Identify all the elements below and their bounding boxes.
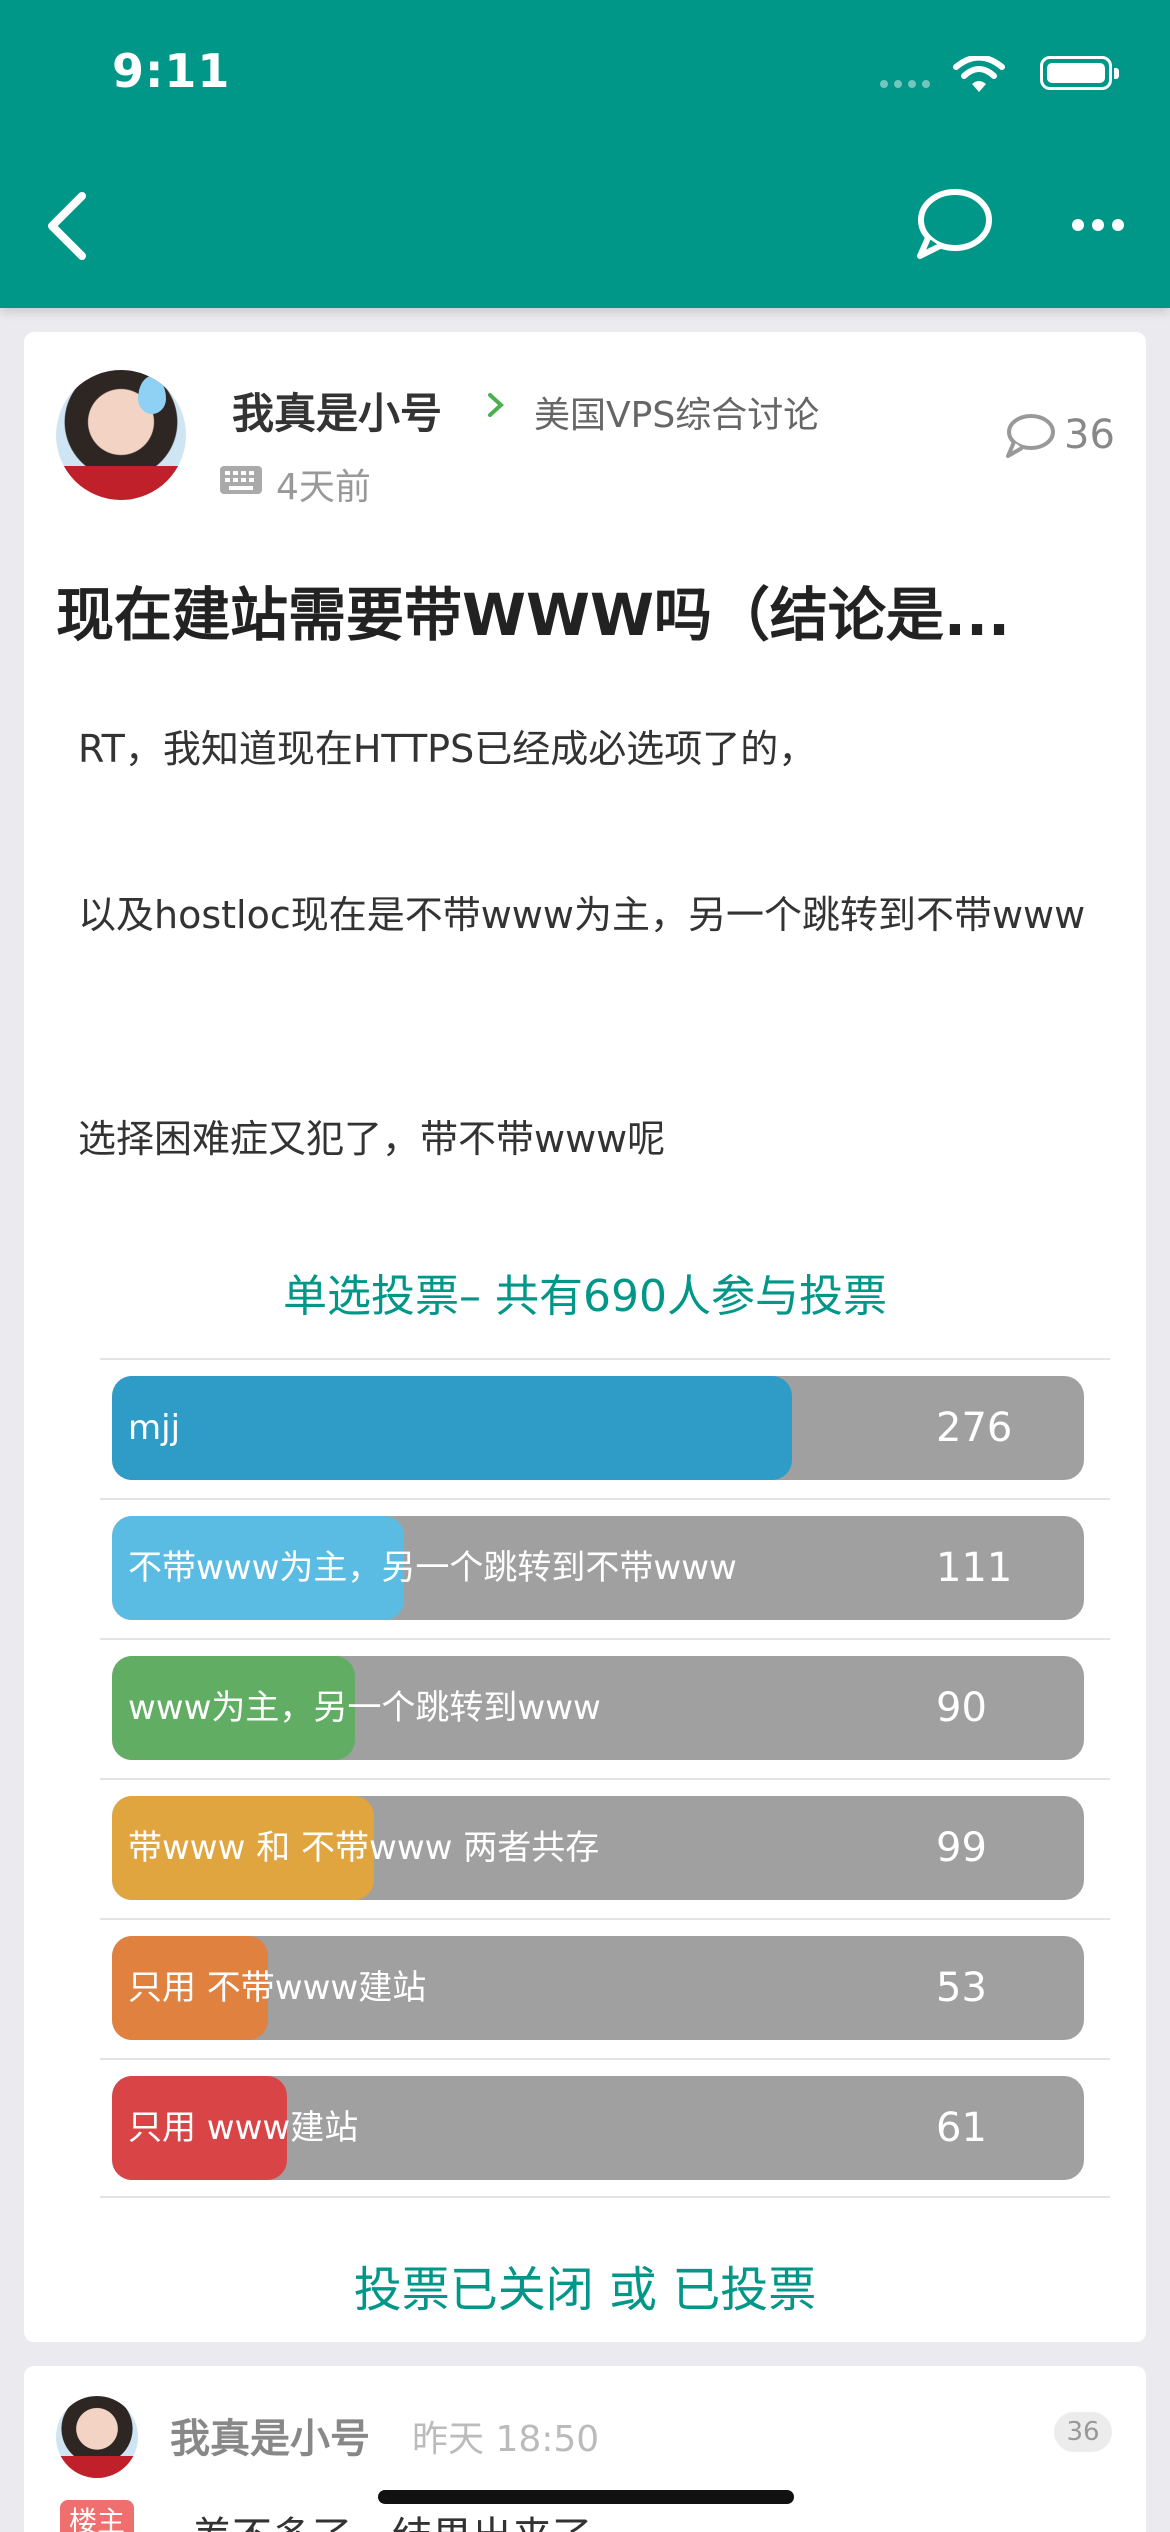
- poll-option: 只用 不带www建站 53: [100, 1918, 1110, 2058]
- post-paragraph: 选择困难症又犯了，带不带www呢: [78, 1117, 666, 1161]
- water-drop-icon: [138, 376, 166, 414]
- poll-bar: www为主，另一个跳转到www 90: [112, 1656, 1084, 1760]
- post-paragraph: 以及hostloc现在是不带www为主，另一个跳转到不带www: [78, 893, 1086, 937]
- reply-time: 昨天 18:50: [412, 2419, 600, 2460]
- battery-icon: [1040, 56, 1119, 90]
- post-title: 现在建站需要带WWW吗（结论是...: [56, 581, 1011, 649]
- wifi-icon: [953, 56, 1005, 92]
- poll-option-count: 111: [936, 1545, 1013, 1591]
- author-avatar[interactable]: [56, 370, 186, 500]
- poll-bar: mjj 276: [112, 1376, 1084, 1480]
- floor-badge: 36: [1054, 2412, 1112, 2452]
- poll-option: 不带www为主，另一个跳转到不带www 111: [100, 1498, 1110, 1638]
- reply-count: 36: [1064, 412, 1115, 458]
- post-time: 4天前: [276, 467, 371, 508]
- signal-icon: [880, 80, 930, 88]
- forum-link[interactable]: 美国VPS综合讨论: [534, 386, 819, 438]
- status-time: 9:11: [112, 44, 231, 98]
- poll-option: mjj 276: [100, 1358, 1110, 1498]
- post-paragraph: RT，我知道现在HTTPS已经成必选项了的，: [78, 727, 817, 771]
- post-card: 我真是小号 美国VPS综合讨论 36 4天前 现在建站需要带WWW吗（结论是..…: [24, 332, 1146, 2342]
- poll-option-count: 53: [936, 1965, 987, 2011]
- poll-bar: 不带www为主，另一个跳转到不带www 111: [112, 1516, 1084, 1620]
- poll-option-label: 只用 www建站: [128, 2108, 359, 2148]
- chevron-right-icon: [488, 393, 504, 417]
- back-icon[interactable]: [40, 186, 100, 266]
- reply-avatar[interactable]: [56, 2396, 138, 2478]
- more-horizontal-icon[interactable]: [1070, 210, 1126, 240]
- reply-author[interactable]: 我真是小号: [170, 2406, 370, 2464]
- author-name[interactable]: 我真是小号: [232, 380, 442, 441]
- poll-option-count: 276: [936, 1405, 1013, 1451]
- poll-bar: 带www 和 不带www 两者共存 99: [112, 1796, 1084, 1900]
- poll-option: 带www 和 不带www 两者共存 99: [100, 1778, 1110, 1918]
- poll-option-label: 带www 和 不带www 两者共存: [128, 1828, 600, 1868]
- home-indicator: [378, 2490, 794, 2504]
- op-badge: 楼主: [60, 2500, 134, 2532]
- poll-bar: 只用 不带www建站 53: [112, 1936, 1084, 2040]
- poll-option: 只用 www建站 61: [100, 2058, 1110, 2198]
- poll-status: 投票已关闭 或 已投票: [353, 2262, 817, 2318]
- poll-bar: 只用 www建站 61: [112, 2076, 1084, 2180]
- comment-icon: [1006, 414, 1055, 458]
- keyboard-icon: [220, 466, 262, 494]
- reply-card[interactable]: 我真是小号 昨天 18:50 36 楼主 差不多了，结果出来了: [24, 2366, 1146, 2532]
- poll-option-count: 61: [936, 2105, 987, 2151]
- poll-options: mjj 276 不带www为主，另一个跳转到不带www 111 www为主，另一…: [100, 1358, 1110, 2198]
- poll-option-count: 90: [936, 1685, 987, 1731]
- poll-option: www为主，另一个跳转到www 90: [100, 1638, 1110, 1778]
- poll-bar-fill: [112, 1376, 793, 1480]
- poll-option-count: 99: [936, 1825, 987, 1871]
- reply-text: 差不多了，结果出来了: [192, 2504, 592, 2532]
- poll-option-label: 不带www为主，另一个跳转到不带www: [128, 1548, 737, 1588]
- app-header: 9:11: [0, 0, 1170, 308]
- poll-option-label: mjj: [128, 1408, 181, 1448]
- poll-option-label: 只用 不带www建站: [128, 1968, 427, 2008]
- poll-title: 单选投票– 共有690人参与投票: [283, 1271, 887, 1322]
- chat-bubble-icon[interactable]: [912, 186, 994, 262]
- poll-option-label: www为主，另一个跳转到www: [128, 1688, 601, 1728]
